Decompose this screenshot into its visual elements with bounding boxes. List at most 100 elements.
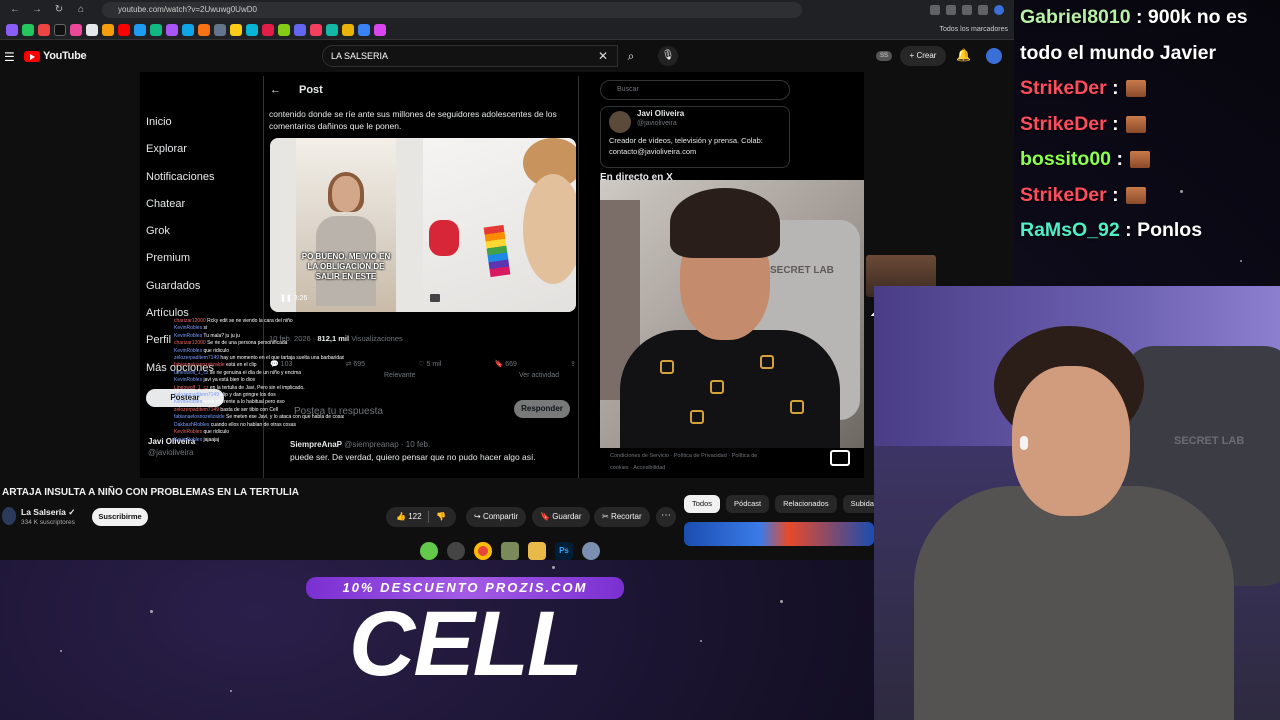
youtube-logo-text: YouTube [43,50,87,62]
mic-icon[interactable]: 🎙 [658,46,678,66]
bookmark-action[interactable]: 🔖 669 [495,360,517,368]
bookmark-icon[interactable] [102,23,114,36]
video-player[interactable]: Inicio Explorar Notificaciones Chatear G… [140,72,864,478]
bookmark-icon[interactable] [262,23,274,36]
x-nav-item[interactable]: Inicio [146,112,256,139]
profile-card[interactable]: Javi Oliveira @javioliveira Creador de v… [600,106,790,168]
menu-icon[interactable]: ☰ [4,50,15,64]
x-nav-item[interactable]: Grok [146,221,256,248]
x-nav-item[interactable]: Guardados [146,276,256,303]
chip-relacionados[interactable]: Relacionados [775,495,837,513]
bookmark-icon[interactable] [38,23,50,36]
ver-actividad-link[interactable]: Ver actividad [519,372,559,379]
search-input[interactable]: LA SALSERIA [322,45,618,67]
like-button[interactable]: 👍 122 👎 [386,507,456,527]
reply-button[interactable]: Responder [514,400,570,418]
back-icon[interactable]: ← [8,3,22,17]
profile-name: Javi Oliveira [637,109,685,118]
youtube-logo[interactable]: YouTube [24,50,87,62]
extension-icon[interactable] [930,5,940,15]
extension-icon[interactable] [962,5,972,15]
profile-icon[interactable] [994,5,1004,15]
post-media[interactable]: PO BUENO, ME VIO EN LA OBLIGACIÓN DE SAL… [270,138,576,312]
app-icon[interactable] [501,542,519,560]
youtube-bookmark-icon[interactable] [118,23,130,36]
obs-icon[interactable] [447,542,465,560]
share-button[interactable]: ↪ Compartir [466,507,527,527]
download-icon[interactable] [978,5,988,15]
like-action[interactable]: ♡ 5 mil [418,360,441,368]
x-nav-item[interactable]: Chatear [146,194,256,221]
recommended-thumbnail[interactable] [684,522,874,546]
home-icon[interactable]: ⌂ [74,3,88,17]
x-nav-item[interactable]: Notificaciones [146,167,256,194]
clip-button[interactable]: ✂ Recortar [594,507,650,527]
bookmark-icon[interactable] [374,23,386,36]
bookmark-icon[interactable] [342,23,354,36]
chat-username[interactable]: RaMsO_92 [1020,219,1120,241]
bookmark-icon[interactable] [246,23,258,36]
bookmark-icon[interactable] [198,23,210,36]
all-bookmarks-folder[interactable]: Todos los marcadores [940,26,1008,33]
chat-username[interactable]: bossito00 [1020,148,1111,170]
dislike-icon[interactable]: 👎 [436,507,446,527]
channel-avatar[interactable] [2,507,16,525]
chat-username[interactable]: Gabriel8010 [1020,6,1131,28]
reload-icon[interactable]: ↻ [52,3,66,17]
chat-message: Gabriel8010 : 900k no es [1020,0,1280,36]
share-icon[interactable]: ⇪ [570,360,576,368]
bookmark-icon[interactable] [230,23,242,36]
overlay-chat-line: KevinRobles Tu mala? ju ju ju [174,333,344,340]
bookmark-icon[interactable] [358,23,370,36]
forward-icon[interactable]: → [30,3,44,17]
app-icon[interactable] [420,542,438,560]
bookmark-icon[interactable] [214,23,226,36]
x-footer-links[interactable]: Condiciones de Servicio · Política de Pr… [610,450,770,474]
overlay-chat-user: KevinRobles [174,325,203,332]
photoshop-icon[interactable]: Ps [555,542,573,560]
bookmark-icon[interactable] [22,23,34,36]
bookmark-icon[interactable] [278,23,290,36]
x-bookmark-icon[interactable] [54,23,66,36]
subscribe-button[interactable]: Suscribirme [92,508,148,526]
fullscreen-icon[interactable] [830,450,850,466]
save-button[interactable]: 🔖 Guardar [532,507,590,527]
bookmark-icon[interactable] [86,23,98,36]
channel-name[interactable]: La Salsería ✓ [21,507,75,518]
chat-username[interactable]: StrikeDer [1020,113,1107,135]
ss-badge[interactable]: SS [876,51,892,61]
bookmark-icon[interactable] [166,23,178,36]
chrome-icon[interactable] [474,542,492,560]
app-icon[interactable] [582,542,600,560]
create-button[interactable]: + Crear [900,46,946,66]
overlay-chat-user: zelozerpaditem7149 [174,392,220,399]
address-bar[interactable]: youtube.com/watch?v=2Uwuwg0UwD0 [102,2,802,18]
bookmark-icon[interactable] [134,23,146,36]
clear-search-icon[interactable]: ✕ [598,49,608,63]
bookmark-icon[interactable] [310,23,322,36]
repost-action[interactable]: ⇄ 695 [346,360,366,368]
chat-username[interactable]: StrikeDer [1020,77,1107,99]
x-nav-item[interactable]: Explorar [146,139,256,166]
bookmark-icon[interactable] [6,23,18,36]
x-search-input[interactable]: Buscar [600,80,790,100]
bookmark-icon[interactable] [294,23,306,36]
notifications-icon[interactable]: 🔔 [956,48,971,62]
chip-todos[interactable]: Todos [684,495,721,513]
overlay-chat-text: si [203,325,208,332]
chip-podcast[interactable]: Pódcast [726,495,770,513]
x-nav-item[interactable]: Premium [146,248,256,275]
chat-username[interactable]: StrikeDer [1020,184,1107,206]
browser-chrome: ← → ↻ ⌂ youtube.com/watch?v=2Uwuwg0UwD0 [0,0,1014,40]
back-arrow-icon[interactable]: ← [270,84,281,96]
star-icon[interactable] [946,5,956,15]
search-icon[interactable]: ⌕ [618,45,644,67]
avatar[interactable] [986,48,1002,64]
bookmark-icon[interactable] [182,23,194,36]
folder-icon[interactable] [528,542,546,560]
sort-relevant[interactable]: Relevante [384,372,416,379]
bookmark-icon[interactable] [70,23,82,36]
bookmark-icon[interactable] [150,23,162,36]
more-icon[interactable]: ⋯ [656,507,676,527]
bookmark-icon[interactable] [326,23,338,36]
